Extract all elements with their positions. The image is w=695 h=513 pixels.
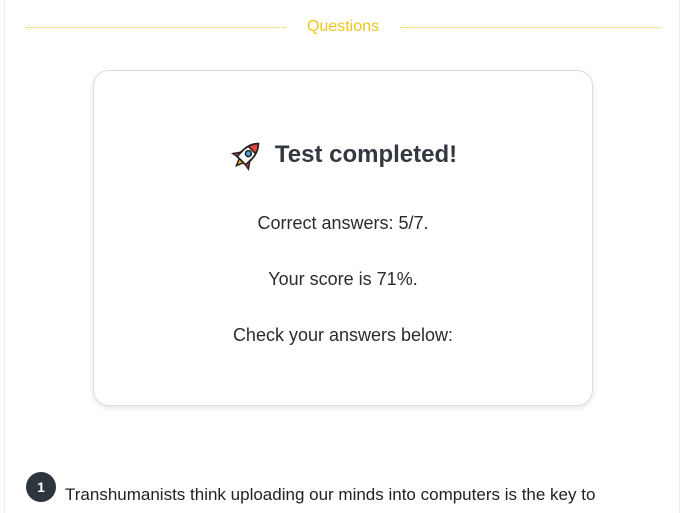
divider-right [400, 27, 660, 28]
rocket-icon [229, 137, 265, 173]
check-answers-text: Check your answers below: [232, 325, 454, 345]
result-title-row: Test completed! [94, 137, 592, 173]
correct-answers-text: Correct answers: 5/7. [257, 213, 429, 233]
result-title: Test completed! [274, 141, 458, 168]
question-item: 1 Transhumanists think uploading our min… [26, 472, 666, 512]
result-card: Test completed! Correct answers: 5/7. Yo… [93, 70, 593, 406]
question-number-badge: 1 [26, 472, 56, 502]
score-text: Your score is 71%. [268, 269, 418, 289]
question-text: Transhumanists think uploading our minds… [65, 485, 596, 504]
section-header: Questions [26, 16, 660, 38]
